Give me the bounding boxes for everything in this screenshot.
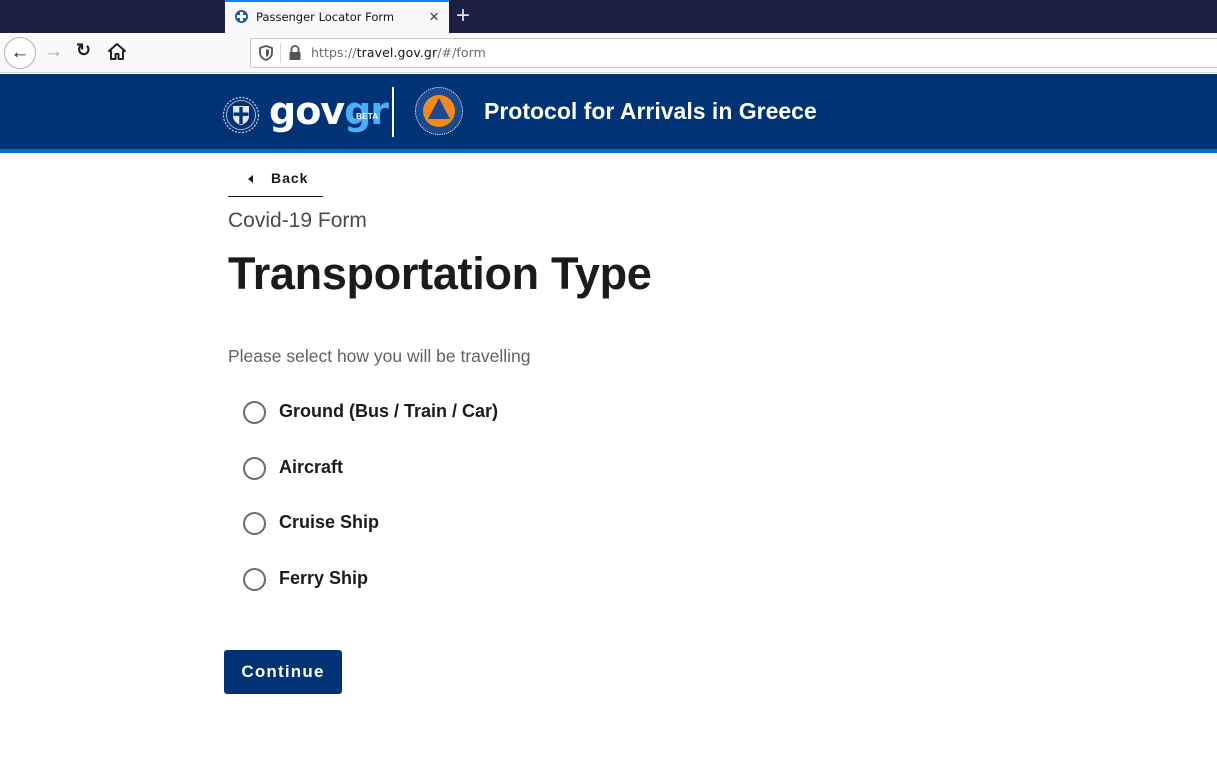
close-tab-icon[interactable]: × [429,7,439,27]
radio-button[interactable] [243,512,266,536]
radio-label[interactable]: Cruise Ship [279,512,379,533]
reload-icon[interactable]: ↻ [76,40,91,61]
brand-gr: gr [344,89,389,133]
radio-option-ferry-ship[interactable]: Ferry Ship [243,563,498,619]
forward-arrow-icon[interactable]: → [44,41,63,63]
beta-badge: BETA [356,112,379,121]
radio-option-cruise-ship[interactable]: Cruise Ship [243,507,498,563]
url-bar[interactable]: https://travel.gov.gr/#/form [250,38,1217,68]
url-host: travel.gov.gr [356,45,438,60]
radio-label[interactable]: Aircraft [279,457,343,478]
back-label: Back [271,170,309,186]
home-icon[interactable] [107,42,127,62]
radio-button[interactable] [243,401,266,424]
new-tab-button[interactable]: + [456,3,470,29]
url-text[interactable]: https://travel.gov.gr/#/form [311,45,486,60]
browser-tab-active[interactable]: Passenger Locator Form × [225,0,449,33]
browser-tab-bar: Passenger Locator Form × + [0,0,1217,33]
radio-label[interactable]: Ground (Bus / Train / Car) [279,401,498,422]
page-title: Transportation Type [228,248,652,299]
form-caption: Covid-19 Form [228,209,367,232]
site-header: govgr BETA Protocol for Arrivals in Gree… [0,74,1217,153]
greek-coat-of-arms-icon[interactable] [222,96,260,134]
brand-gov: gov [269,89,345,133]
back-link[interactable]: Back [228,163,323,197]
radio-button[interactable] [243,567,266,591]
tracking-shield-icon[interactable] [259,45,273,61]
radio-option-aircraft[interactable]: Aircraft [243,452,498,508]
form-hint: Please select how you will be travelling [228,346,531,366]
back-arrow-icon[interactable]: ← [4,37,36,69]
lock-icon[interactable] [288,45,302,61]
url-separator [280,43,281,63]
tab-title: Passenger Locator Form [256,10,395,24]
greek-emblem-favicon-icon [235,10,248,23]
radio-label[interactable]: Ferry Ship [279,568,368,589]
civil-protection-logo-icon[interactable] [414,86,464,136]
continue-button[interactable]: Continue [224,650,342,694]
radio-button[interactable] [243,456,266,480]
caret-left-icon [248,175,253,183]
browser-nav-bar: ← → ↻ https://travel.gov.gr/#/form [0,33,1217,73]
header-title: Protocol for Arrivals in Greece [484,98,817,124]
url-path: /#/form [437,45,486,60]
transportation-radio-group: Ground (Bus / Train / Car) Aircraft Crui… [243,396,498,618]
radio-option-ground[interactable]: Ground (Bus / Train / Car) [243,396,498,452]
govgr-logo[interactable]: govgr [269,88,389,134]
url-scheme: https:// [311,45,357,60]
header-divider [392,87,394,137]
